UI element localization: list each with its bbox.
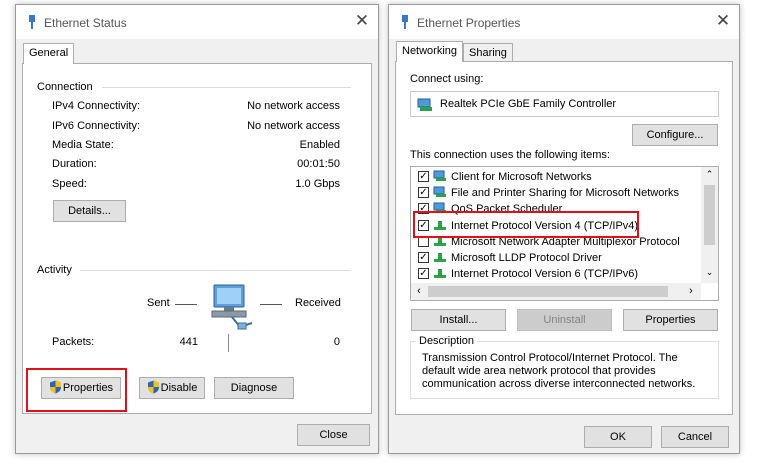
horizontal-scroll-thumb[interactable]: [428, 286, 668, 297]
activity-heading: Activity: [37, 264, 72, 276]
scroll-right-icon[interactable]: ›: [685, 285, 697, 297]
tab-networking[interactable]: Networking: [396, 41, 464, 62]
details-button[interactable]: Details...: [53, 200, 126, 222]
description-text: Transmission Control Protocol/Internet P…: [422, 352, 696, 390]
scroll-up-icon[interactable]: ⌃: [701, 169, 718, 180]
connection-heading: Connection: [37, 81, 93, 93]
sent-line: [175, 304, 197, 305]
item-checkbox[interactable]: ✓: [418, 268, 429, 279]
properties-highlight-box: [26, 368, 127, 412]
item-label: Microsoft LLDP Protocol Driver: [451, 252, 602, 264]
general-tab-panel: [22, 63, 372, 414]
tab-general[interactable]: General: [23, 43, 75, 64]
item-checkbox[interactable]: ✓: [418, 252, 429, 263]
disable-button-label: Disable: [160, 382, 198, 394]
item-label: File and Printer Sharing for Microsoft N…: [451, 187, 680, 199]
packets-label: Packets:: [52, 336, 95, 348]
packets-received-value: 0: [333, 336, 340, 348]
received-label: Received: [295, 297, 341, 309]
item-checkbox[interactable]: ✓: [418, 171, 429, 182]
ethernet-properties-window: Ethernet Properties ✕ Networking Sharing…: [388, 4, 740, 454]
adapter-name: Realtek PCIe GbE Family Controller: [440, 98, 617, 110]
disable-button[interactable]: Disable: [139, 377, 205, 399]
network-client-icon: [433, 186, 446, 197]
network-computer-icon: [211, 284, 253, 330]
vertical-scrollbar[interactable]: ⌃ ⌄: [701, 167, 718, 283]
received-line: [260, 304, 282, 305]
ethernet-plug-icon: [29, 15, 35, 29]
uninstall-button[interactable]: Uninstall: [517, 309, 612, 331]
properties-window-title: Ethernet Properties: [417, 16, 521, 30]
list-item[interactable]: ✓ Internet Protocol Version 6 (TCP/IPv6): [411, 266, 701, 282]
cancel-button[interactable]: Cancel: [661, 426, 729, 448]
item-checkbox[interactable]: ✓: [418, 187, 429, 198]
media-state-label: Media State:: [52, 139, 114, 151]
network-client-icon: [433, 170, 446, 181]
vertical-scroll-thumb[interactable]: [704, 185, 715, 245]
uac-shield-icon: [147, 380, 159, 394]
ethernet-status-window: Ethernet Status ✕ General Connection IPv…: [15, 4, 379, 454]
list-item[interactable]: ✓ Client for Microsoft Networks: [411, 169, 701, 185]
speed-value: 1.0 Gbps: [295, 178, 340, 190]
item-properties-button[interactable]: Properties: [623, 309, 718, 331]
sent-label: Sent: [147, 297, 170, 309]
protocol-icon: [434, 269, 446, 278]
horizontal-scrollbar[interactable]: ‹ ›: [411, 283, 701, 300]
ethernet-plug-icon: [402, 15, 408, 29]
tab-sharing[interactable]: Sharing: [463, 43, 513, 62]
status-window-title: Ethernet Status: [44, 16, 127, 30]
list-item[interactable]: ✓ Microsoft LLDP Protocol Driver: [411, 250, 701, 266]
network-adapter-icon: [417, 98, 432, 111]
connect-using-label: Connect using:: [410, 73, 484, 85]
close-button[interactable]: Close: [297, 424, 370, 446]
speed-label: Speed:: [52, 178, 87, 190]
adapter-field: Realtek PCIe GbE Family Controller: [410, 91, 719, 117]
item-label: Internet Protocol Version 6 (TCP/IPv6): [451, 268, 639, 280]
ipv6-connectivity-label: IPv6 Connectivity:: [52, 120, 141, 132]
ipv4-connectivity-label: IPv4 Connectivity:: [52, 100, 141, 112]
item-label: Client for Microsoft Networks: [451, 171, 592, 183]
install-button[interactable]: Install...: [411, 309, 506, 331]
status-close-icon[interactable]: ✕: [352, 11, 372, 31]
list-item[interactable]: ✓ File and Printer Sharing for Microsoft…: [411, 185, 701, 201]
diagnose-button[interactable]: Diagnose: [214, 377, 294, 399]
configure-button[interactable]: Configure...: [632, 124, 718, 146]
ok-button[interactable]: OK: [584, 426, 652, 448]
scroll-down-icon[interactable]: ⌄: [701, 267, 718, 278]
properties-close-icon[interactable]: ✕: [713, 11, 733, 31]
items-label: This connection uses the following items…: [410, 149, 610, 161]
properties-title-bar[interactable]: Ethernet Properties ✕: [389, 5, 739, 39]
protocol-icon: [434, 253, 446, 262]
duration-value: 00:01:50: [297, 158, 340, 170]
ipv6-connectivity-value: No network access: [247, 120, 340, 132]
status-title-bar[interactable]: Ethernet Status ✕: [16, 5, 378, 39]
activity-divider: [80, 270, 351, 271]
packets-sent-value: 441: [179, 336, 198, 348]
ipv4-highlight-box: [413, 211, 639, 238]
packets-separator: [228, 334, 229, 352]
description-heading: Description: [416, 335, 478, 347]
media-state-value: Enabled: [299, 139, 340, 151]
duration-label: Duration:: [52, 158, 97, 170]
scroll-left-icon[interactable]: ‹: [413, 285, 425, 297]
connection-divider: [102, 87, 351, 88]
ipv4-connectivity-value: No network access: [247, 100, 340, 112]
